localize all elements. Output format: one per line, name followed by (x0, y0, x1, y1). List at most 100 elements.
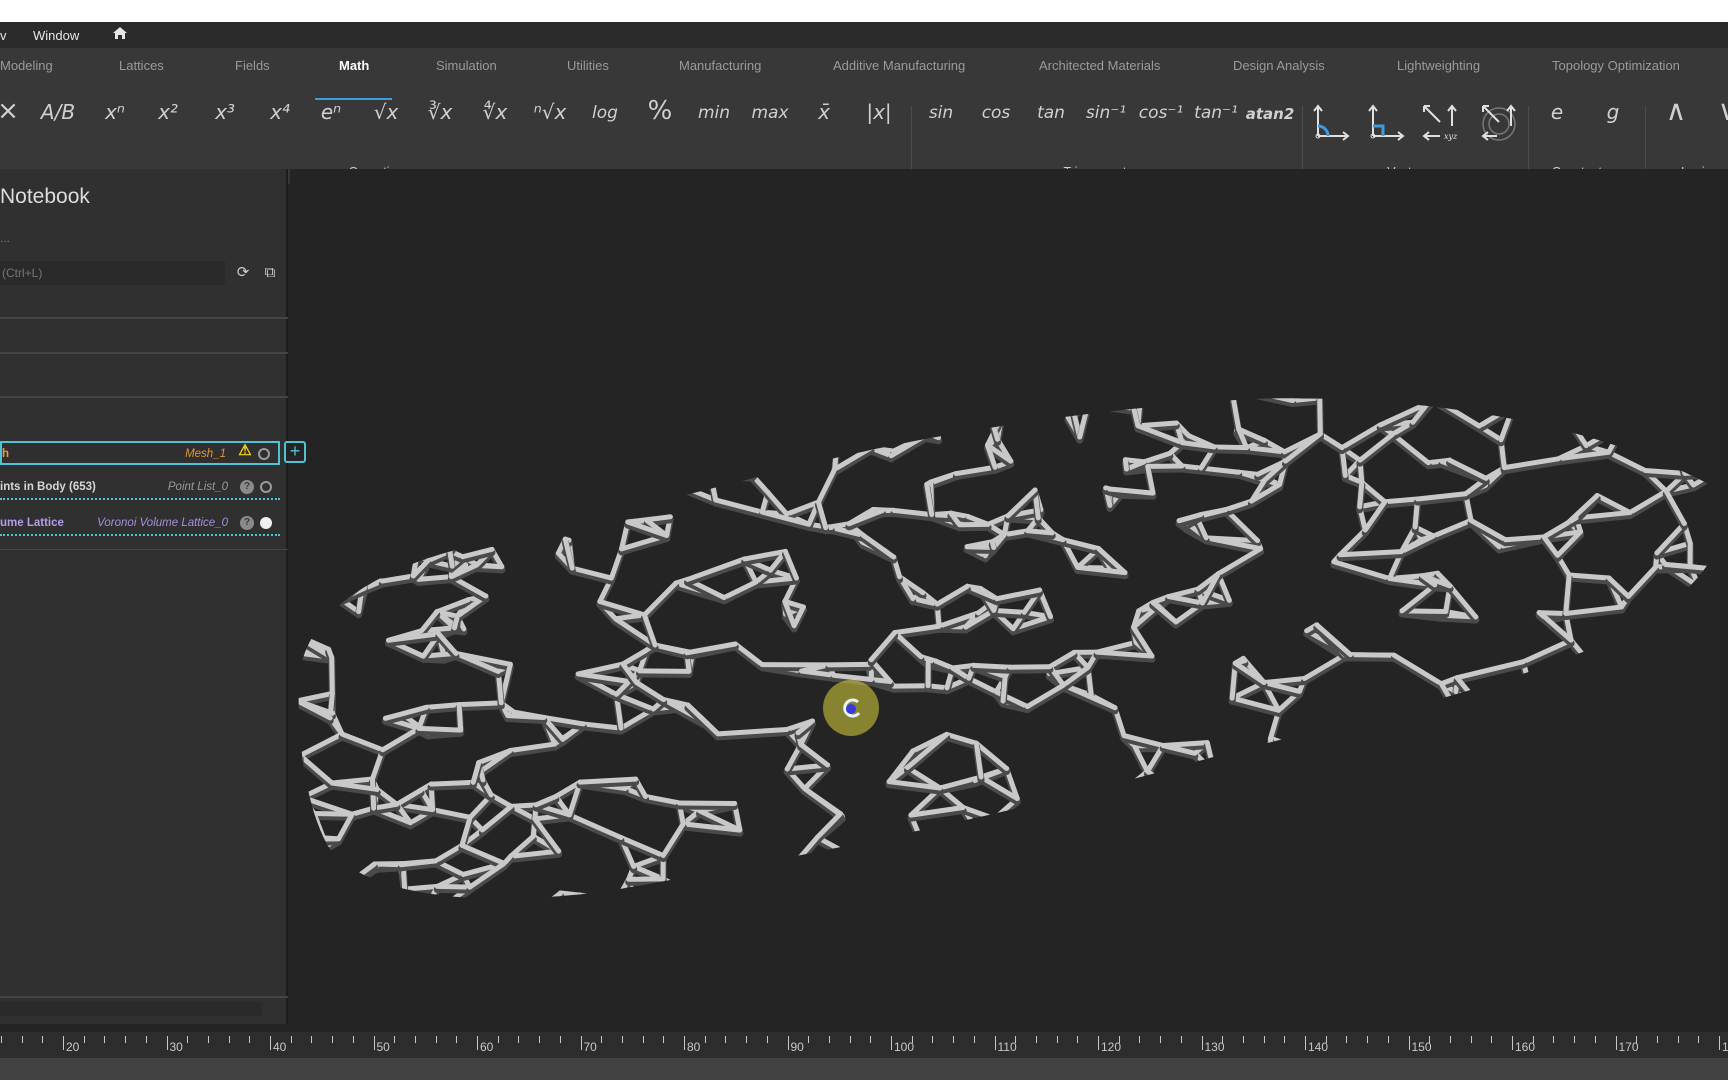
power-4-icon[interactable]: x⁴ (255, 100, 305, 124)
horizontal-scrollbar[interactable] (0, 1002, 262, 1016)
atan2-button[interactable]: atan2 (1245, 105, 1295, 123)
lattice-strut-shadow (682, 911, 684, 926)
vector-angle-icon[interactable] (1307, 102, 1357, 147)
3d-viewport[interactable] (290, 169, 1728, 1032)
logical-or-button[interactable]: ∨ (1703, 94, 1728, 127)
notebook-row-points[interactable]: ints in Body (653) Point List_0 ? (0, 476, 280, 500)
tab-topology-optimization[interactable]: Topology Optimization (1552, 58, 1680, 73)
voronoi-lattice-model[interactable] (290, 169, 1728, 1032)
lattice-strut-shadow (1476, 759, 1496, 797)
exp-icon[interactable]: eⁿ (306, 100, 356, 124)
min-button[interactable]: min (689, 103, 739, 123)
visibility-toggle-on[interactable] (260, 517, 272, 529)
lattice-strut (298, 469, 328, 497)
tab-lattices[interactable]: Lattices (119, 58, 164, 73)
fourth-root-icon[interactable]: ∜x (470, 100, 520, 124)
tab-math[interactable]: Math (339, 58, 369, 73)
gravity-constant-button[interactable]: g (1588, 100, 1638, 124)
ruler-minor-tick (559, 1036, 561, 1043)
notebook-row-mesh[interactable]: h Mesh_1 ⚠ (0, 441, 280, 465)
abs-icon[interactable]: |x| (854, 100, 904, 124)
help-icon[interactable]: ? (240, 516, 254, 530)
ruler-major-tick (1305, 1036, 1306, 1050)
vector-perpendicular-icon[interactable] (1362, 102, 1412, 147)
lattice-strut (1477, 757, 1495, 793)
lattice-strut (307, 399, 347, 411)
tab-design-analysis[interactable]: Design Analysis (1233, 58, 1325, 73)
divide-icon[interactable]: A/B (33, 100, 83, 124)
lattice-strut-shadow (1450, 793, 1460, 829)
ruler-major-tick (994, 1036, 996, 1050)
lattice-strut (1688, 666, 1705, 692)
visibility-toggle-off[interactable] (260, 481, 272, 493)
tab-manufacturing[interactable]: Manufacturing (679, 58, 761, 73)
lattice-strut-shadow (706, 472, 756, 482)
vector-polar-icon[interactable] (1474, 102, 1524, 147)
ruler-major-tick (1512, 1036, 1513, 1050)
logical-and-button[interactable]: ∧ (1651, 94, 1701, 127)
lattice-strut-shadow (1304, 752, 1317, 773)
lattice-strut (1669, 664, 1705, 672)
tab-fields[interactable]: Fields (235, 58, 270, 73)
lattice-strut-shadow (1346, 654, 1398, 662)
help-icon[interactable]: ? (240, 480, 254, 494)
cbrt-icon[interactable]: ∛x (415, 100, 465, 124)
notebook-row-voronoi-lattice[interactable]: ume Lattice Voronoi Volume Lattice_0 ? (0, 512, 280, 536)
tab-modeling[interactable]: Modeling (0, 58, 53, 73)
lattice-strut (858, 858, 912, 879)
lattice-strut (1523, 898, 1570, 899)
ruler-label: 90 (790, 1040, 804, 1054)
lattice-strut-shadow (830, 886, 845, 899)
tan-button[interactable]: tan (1026, 103, 1076, 123)
tab-simulation[interactable]: Simulation (436, 58, 497, 73)
sqrt-icon[interactable]: √x (361, 100, 411, 124)
lattice-strut (466, 398, 486, 400)
search-input[interactable] (0, 261, 225, 285)
asin-button[interactable]: sin⁻¹ (1081, 103, 1131, 123)
lattice-strut-shadow (298, 493, 313, 528)
square-icon[interactable]: x² (143, 100, 193, 124)
home-icon[interactable] (112, 26, 128, 43)
ruler-major-tick (1408, 1036, 1410, 1050)
vector-components-icon[interactable]: xyz (1417, 102, 1467, 147)
add-block-icon[interactable]: ⧉ (260, 263, 280, 283)
lattice-strut-shadow (825, 663, 873, 672)
tab-architected-materials[interactable]: Architected Materials (1039, 58, 1160, 73)
tab-additive-manufacturing[interactable]: Additive Manufacturing (833, 58, 965, 73)
nth-root-icon[interactable]: ⁿ√x (525, 100, 575, 124)
cos-button[interactable]: cos (971, 103, 1021, 123)
ruler-minor-tick (518, 1036, 520, 1043)
warning-icon[interactable]: ⚠ (238, 443, 252, 458)
power-n-icon[interactable]: xⁿ (90, 100, 140, 124)
tab-lightweighting[interactable]: Lightweighting (1397, 58, 1480, 73)
menu-view[interactable]: v (0, 28, 7, 43)
sin-button[interactable]: sin (916, 103, 966, 123)
refresh-icon[interactable]: ⟳ (233, 263, 253, 283)
log-button[interactable]: log (580, 103, 630, 123)
percent-icon[interactable]: % (635, 96, 685, 126)
lattice-strut (1167, 884, 1220, 899)
lattice-strut-shadow (1574, 675, 1604, 703)
lattice-strut (532, 890, 564, 899)
multiply-icon[interactable]: × (0, 96, 33, 126)
lattice-strut (947, 887, 955, 899)
euler-constant-button[interactable]: e (1532, 100, 1582, 124)
lattice-strut (442, 471, 464, 495)
ruler-minor-tick (1698, 1036, 1700, 1043)
add-row-button[interactable]: + (284, 441, 306, 463)
lattice-strut-shadow (1420, 882, 1429, 899)
lattice-strut (1111, 891, 1140, 899)
lattice-strut-shadow (1166, 886, 1221, 899)
timeline-ruler[interactable]: 20 30 40 50 60 70 80 90 100 110 120 130 140 150 160 170… (0, 1032, 1728, 1058)
acos-button[interactable]: cos⁻¹ (1136, 103, 1186, 123)
max-button[interactable]: max (745, 103, 795, 123)
lattice-strut (1362, 855, 1379, 891)
lattice-strut-shadow (735, 886, 780, 898)
atan-button[interactable]: tan⁻¹ (1191, 103, 1241, 123)
mean-icon[interactable]: x̄ (799, 100, 849, 124)
tab-utilities[interactable]: Utilities (567, 58, 609, 73)
lattice-strut (409, 462, 418, 480)
cube-icon[interactable]: x³ (200, 100, 250, 124)
visibility-toggle-off[interactable] (258, 448, 270, 460)
menu-window[interactable]: Window (33, 28, 79, 43)
